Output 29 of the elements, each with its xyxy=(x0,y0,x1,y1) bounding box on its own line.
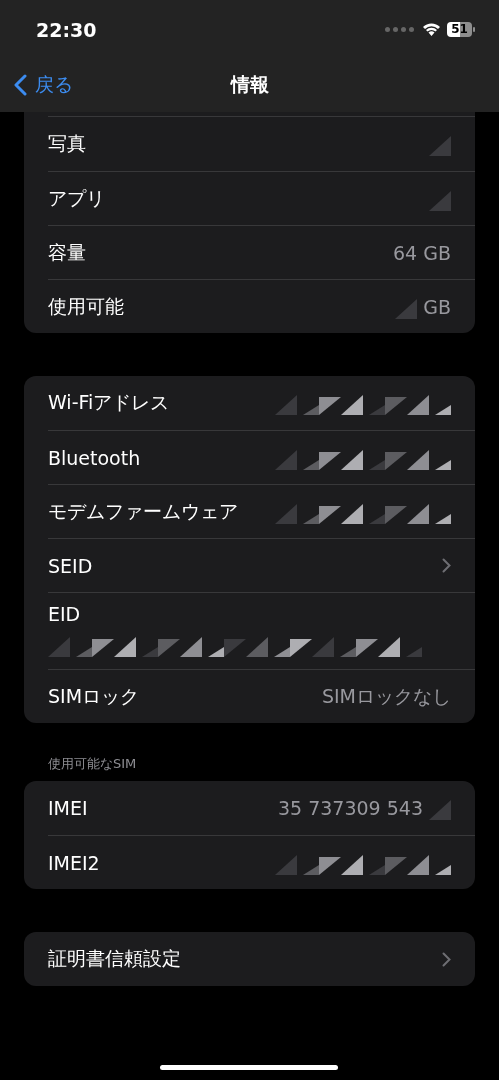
row-label: アプリ xyxy=(48,185,106,211)
wifi-icon xyxy=(422,22,441,36)
settings-row[interactable]: SEID xyxy=(48,538,475,592)
row-value: 35 737309 543 xyxy=(277,797,423,819)
signal-icon xyxy=(385,26,414,32)
row-label: 容量 xyxy=(48,239,87,265)
row-label: Wi-Fiアドレス xyxy=(48,390,171,415)
row-value: 64 GB xyxy=(393,241,451,264)
row-value: SIMロックなし xyxy=(321,683,451,709)
chevron-icon xyxy=(442,951,451,967)
status-time: 22:30 xyxy=(36,18,98,41)
row-label: 写真 xyxy=(48,131,87,156)
row-label: EID xyxy=(48,603,82,625)
chevron-icon xyxy=(442,558,451,573)
row-label: 証明書信頼設定 xyxy=(48,946,182,971)
row-label: 使用可能 xyxy=(48,293,125,319)
row-label: モデムファームウェア xyxy=(48,498,239,524)
section-header: 使用可能なSIM xyxy=(47,755,138,773)
back-chevron-icon xyxy=(14,74,27,96)
settings-row[interactable]: 証明書信頼設定 xyxy=(48,932,475,986)
row-label: SIMロック xyxy=(48,683,141,709)
row-label: IMEI xyxy=(48,797,89,819)
row-label: IMEI2 xyxy=(48,851,101,874)
row-value: GB xyxy=(423,295,451,318)
nav-title: 情報 xyxy=(230,72,269,97)
row-label: SEID xyxy=(48,554,94,577)
row-label: Bluetooth xyxy=(48,446,142,469)
battery-level: 51 xyxy=(447,21,472,37)
back-button[interactable]: 戻る xyxy=(14,72,73,98)
